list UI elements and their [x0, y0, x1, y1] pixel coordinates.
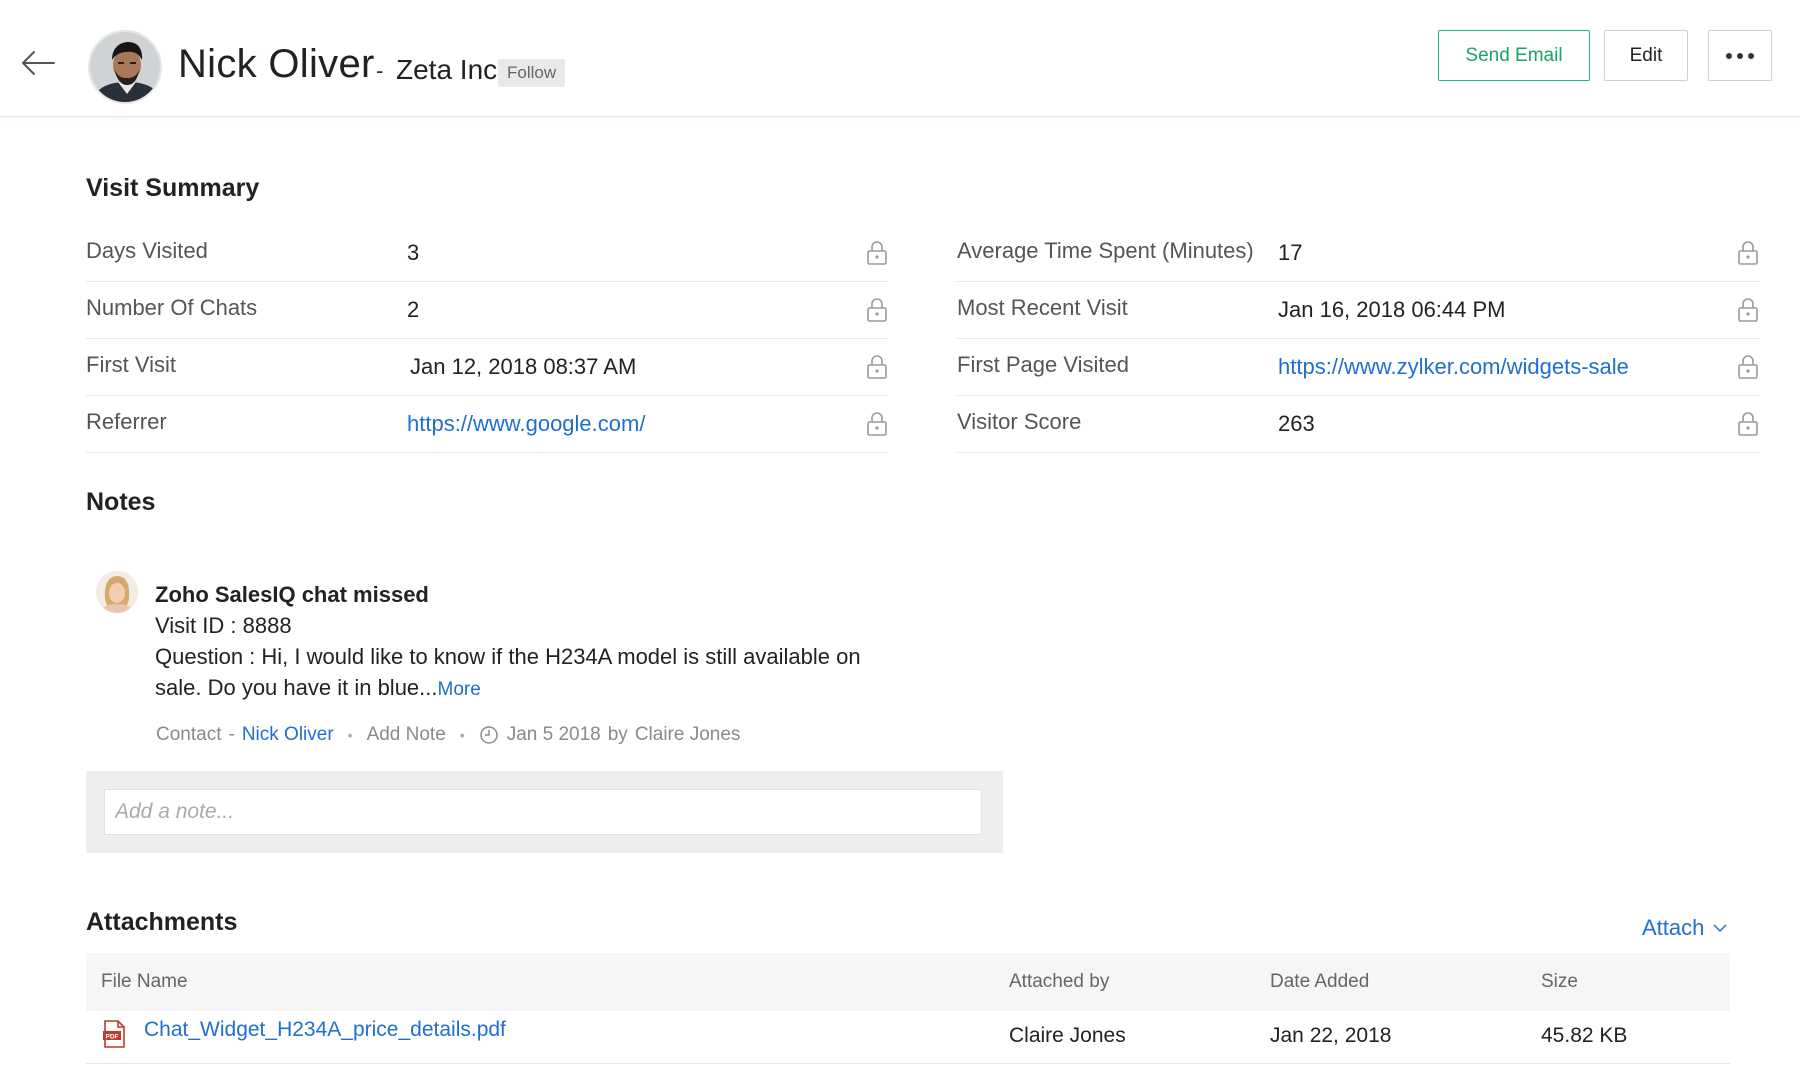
note-author-avatar	[96, 571, 138, 613]
lock-icon	[1738, 241, 1758, 265]
column-header-file-name: File Name	[101, 971, 188, 992]
lock-icon	[1738, 412, 1758, 436]
field-label: Referrer	[86, 409, 167, 434]
lock-icon	[867, 412, 887, 436]
field-value: 2	[407, 297, 420, 322]
field-value: Jan 16, 2018 06:44 PM	[1278, 297, 1506, 322]
lock-icon	[867, 298, 887, 322]
meta-separator-dot: •	[459, 727, 465, 743]
pdf-file-icon: PDF	[103, 1020, 125, 1048]
more-options-button[interactable]	[1708, 30, 1772, 81]
note-more-link[interactable]: More	[438, 679, 481, 700]
attachments-table-header: File Name Attached by Date Added Size	[86, 953, 1730, 1011]
first-page-link[interactable]: https://www.zylker.com/widgets-sale	[1278, 354, 1629, 380]
follow-button[interactable]: Follow	[498, 59, 566, 87]
field-value: Jan 12, 2018 08:37 AM	[410, 354, 637, 379]
field-first-page-visited: First Page Visited https://www.zylker.co…	[957, 344, 1760, 396]
field-value: 263	[1278, 411, 1315, 436]
svg-text:PDF: PDF	[106, 1034, 119, 1041]
note-question-line-2: sale. Do you have it in blue...More	[155, 675, 481, 701]
note-meta-dash: -	[228, 724, 235, 745]
field-label: First Visit	[86, 352, 177, 377]
note-by: by	[607, 724, 628, 745]
attachments-title: Attachments	[86, 908, 238, 936]
note-title: Zoho SalesIQ chat missed	[155, 582, 429, 607]
chevron-down-icon	[1713, 924, 1727, 933]
attachment-file-link[interactable]: Chat_Widget_H234A_price_details.pdf	[144, 1018, 506, 1042]
attach-dropdown[interactable]: Attach	[1642, 915, 1728, 941]
company-name[interactable]: Zeta Inc	[396, 54, 497, 86]
edit-button[interactable]: Edit	[1604, 30, 1688, 81]
lock-icon	[1738, 355, 1758, 379]
field-label: Number Of Chats	[86, 295, 258, 320]
field-average-time-spent: Average Time Spent (Minutes) 17	[957, 230, 1760, 282]
meta-separator-dot: •	[347, 727, 353, 743]
referrer-link[interactable]: https://www.google.com/	[407, 411, 645, 437]
field-label: Most Recent Visit	[957, 295, 1128, 320]
field-referrer: Referrer https://www.google.com/	[86, 401, 888, 453]
column-header-size: Size	[1541, 971, 1578, 992]
back-arrow-icon[interactable]	[20, 48, 56, 78]
note-contact-prefix: Contact	[156, 724, 222, 745]
contact-name: Nick Oliver	[178, 42, 375, 86]
attach-label: Attach	[1642, 915, 1705, 940]
field-first-visit: First Visit Jan 12, 2018 08:37 AM	[86, 344, 888, 396]
field-label: Days Visited	[86, 238, 208, 263]
more-dots-icon	[1726, 52, 1754, 59]
clock-icon	[479, 726, 498, 744]
field-days-visited: Days Visited 3	[86, 230, 888, 282]
add-note-input[interactable]	[104, 789, 982, 835]
field-value: 3	[407, 240, 420, 265]
column-header-date-added: Date Added	[1270, 971, 1370, 992]
note-meta: Contact - Nick Oliver • Add Note • Jan 5…	[156, 724, 740, 746]
field-value: 17	[1278, 240, 1303, 265]
record-header: Nick Oliver - Zeta Inc Follow Send Email…	[0, 0, 1800, 117]
field-label: Average Time Spent (Minutes)	[957, 238, 1254, 263]
lock-icon	[867, 241, 887, 265]
lock-icon	[867, 355, 887, 379]
field-label: Visitor Score	[957, 409, 1082, 434]
note-question-text: sale. Do you have it in blue...	[155, 675, 438, 700]
note-author: Claire Jones	[634, 724, 741, 745]
name-company-separator: -	[376, 58, 384, 83]
column-header-attached-by: Attached by	[1009, 971, 1110, 992]
lock-icon	[1738, 298, 1758, 322]
note-visit-id: Visit ID : 8888	[155, 613, 292, 638]
send-email-button[interactable]: Send Email	[1438, 30, 1590, 81]
add-note-link[interactable]: Add Note	[367, 724, 446, 746]
attachment-date-added: Jan 22, 2018	[1270, 1024, 1392, 1047]
field-label: First Page Visited	[957, 352, 1130, 377]
field-visitor-score: Visitor Score 263	[957, 401, 1760, 453]
attachment-attached-by: Claire Jones	[1009, 1024, 1126, 1047]
field-most-recent-visit: Most Recent Visit Jan 16, 2018 06:44 PM	[957, 287, 1760, 339]
visit-summary-title: Visit Summary	[86, 174, 260, 202]
contact-avatar	[88, 30, 162, 104]
note-contact-link[interactable]: Nick Oliver	[242, 724, 334, 746]
attachment-size: 45.82 KB	[1541, 1024, 1628, 1047]
note-question-line-1: Question : Hi, I would like to know if t…	[155, 644, 861, 669]
table-row: PDF Chat_Widget_H234A_price_details.pdf …	[86, 1011, 1730, 1064]
field-number-of-chats: Number Of Chats 2	[86, 287, 888, 339]
note-date: Jan 5 2018	[506, 724, 601, 745]
notes-title: Notes	[86, 488, 156, 516]
